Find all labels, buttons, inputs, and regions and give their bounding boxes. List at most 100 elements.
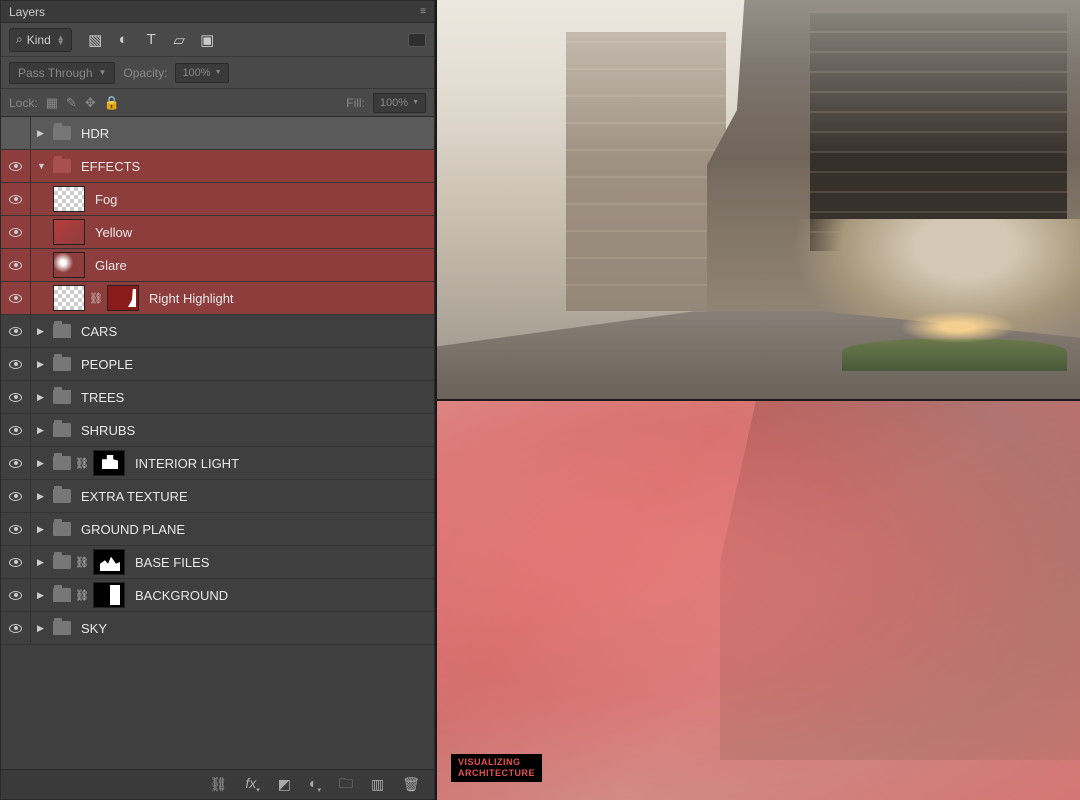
- layer-name[interactable]: INTERIOR LIGHT: [135, 456, 239, 471]
- visibility-toggle[interactable]: [1, 282, 31, 314]
- watermark-line1: VISUALIZING: [458, 757, 535, 768]
- new-group-icon[interactable]: 🗀: [339, 773, 353, 797]
- folder-icon: [53, 126, 71, 140]
- visibility-toggle[interactable]: [1, 381, 31, 413]
- layer-mask-thumbnail[interactable]: [93, 582, 125, 608]
- layer-row[interactable]: ⛓Right Highlight: [1, 282, 434, 315]
- layer-row[interactable]: ▶ CARS: [1, 315, 434, 348]
- link-layers-icon[interactable]: ⛓: [210, 776, 228, 793]
- visibility-toggle[interactable]: [1, 447, 31, 479]
- filter-toggle[interactable]: [408, 33, 426, 47]
- disclosure-triangle-icon[interactable]: ▶: [37, 425, 47, 436]
- layer-thumbnail[interactable]: [53, 285, 85, 311]
- layer-row[interactable]: ▶ ⛓ BASE FILES: [1, 546, 434, 579]
- filter-kind-dropdown[interactable]: ⌕ Kind ▲▼: [9, 28, 72, 52]
- disclosure-triangle-icon[interactable]: ▶: [37, 458, 47, 469]
- layer-row[interactable]: ▼ EFFECTS: [1, 150, 434, 183]
- folder-icon: [53, 324, 71, 338]
- lock-pixels-icon[interactable]: ✎: [66, 95, 77, 111]
- visibility-toggle[interactable]: [1, 249, 31, 281]
- add-mask-icon[interactable]: ◩: [278, 776, 291, 793]
- disclosure-triangle-icon[interactable]: ▶: [37, 524, 47, 535]
- layer-name[interactable]: EFFECTS: [81, 159, 140, 174]
- layer-row[interactable]: ▶ SHRUBS: [1, 414, 434, 447]
- disclosure-triangle-icon[interactable]: ▶: [37, 590, 47, 601]
- filter-pixel-icon[interactable]: ▧: [88, 32, 103, 47]
- visibility-toggle[interactable]: [1, 348, 31, 380]
- disclosure-triangle-icon[interactable]: ▶: [37, 392, 47, 403]
- visibility-toggle[interactable]: [1, 579, 31, 611]
- layer-row[interactable]: ▶ PEOPLE: [1, 348, 434, 381]
- layer-name[interactable]: SHRUBS: [81, 423, 135, 438]
- link-icon: ⛓: [77, 555, 87, 569]
- visibility-toggle[interactable]: [1, 480, 31, 512]
- filter-type-icon[interactable]: T: [144, 32, 159, 47]
- visibility-toggle[interactable]: [1, 315, 31, 347]
- layer-row[interactable]: ▶ GROUND PLANE: [1, 513, 434, 546]
- layer-name[interactable]: GROUND PLANE: [81, 522, 185, 537]
- add-fx-icon[interactable]: fx▾: [245, 775, 259, 794]
- visibility-toggle[interactable]: [1, 513, 31, 545]
- layer-content: Glare: [31, 249, 434, 281]
- visibility-toggle[interactable]: [1, 612, 31, 644]
- layer-row[interactable]: ▶ EXTRA TEXTURE: [1, 480, 434, 513]
- disclosure-triangle-icon[interactable]: ▼: [37, 161, 47, 171]
- fill-input[interactable]: 100% ▼: [373, 93, 426, 113]
- layer-mask-thumbnail[interactable]: [107, 285, 139, 311]
- eye-icon: [9, 261, 22, 270]
- layer-name[interactable]: PEOPLE: [81, 357, 133, 372]
- blend-mode-dropdown[interactable]: Pass Through ▼: [9, 62, 115, 84]
- layer-name[interactable]: BACKGROUND: [135, 588, 228, 603]
- layer-row[interactable]: Glare: [1, 249, 434, 282]
- layer-row[interactable]: ▶ SKY: [1, 612, 434, 645]
- layer-row[interactable]: ▶⛓BACKGROUND: [1, 579, 434, 612]
- layer-list[interactable]: ▶HDR▼EFFECTSFogYellowGlare⛓Right Highlig…: [1, 117, 434, 769]
- visibility-toggle[interactable]: [1, 150, 31, 182]
- folder-icon: [53, 555, 71, 569]
- layer-name[interactable]: Glare: [95, 258, 127, 273]
- add-adjustment-icon[interactable]: ◐▾: [309, 775, 321, 794]
- panel-menu-icon[interactable]: ≡: [420, 6, 426, 17]
- layer-mask-thumbnail[interactable]: [93, 450, 125, 476]
- filter-adjust-icon[interactable]: ◐: [116, 32, 131, 47]
- disclosure-triangle-icon[interactable]: ▶: [37, 326, 47, 337]
- layer-thumbnail[interactable]: [53, 186, 85, 212]
- delete-layer-icon[interactable]: 🗑: [402, 776, 420, 793]
- layer-row[interactable]: Fog: [1, 183, 434, 216]
- disclosure-triangle-icon[interactable]: ▶: [37, 359, 47, 370]
- lock-all-icon[interactable]: 🔒: [104, 95, 120, 111]
- visibility-toggle[interactable]: [1, 414, 31, 446]
- visibility-toggle[interactable]: [1, 183, 31, 215]
- disclosure-triangle-icon[interactable]: ▶: [37, 128, 47, 139]
- layer-mask-thumbnail[interactable]: [93, 549, 125, 575]
- visibility-toggle[interactable]: [1, 546, 31, 578]
- preview-area: VISUALIZING ARCHITECTURE: [435, 0, 1080, 800]
- layer-name[interactable]: Fog: [95, 192, 117, 207]
- disclosure-triangle-icon[interactable]: ▶: [37, 491, 47, 502]
- lock-position-icon[interactable]: ✥: [85, 95, 96, 111]
- layer-row[interactable]: ▶⛓INTERIOR LIGHT: [1, 447, 434, 480]
- layer-name[interactable]: Yellow: [95, 225, 132, 240]
- layer-name[interactable]: BASE FILES: [135, 555, 209, 570]
- layer-thumbnail[interactable]: [53, 252, 85, 278]
- layer-row[interactable]: ▶ HDR: [1, 117, 434, 150]
- visibility-toggle[interactable]: [1, 216, 31, 248]
- layer-thumbnail[interactable]: [53, 219, 85, 245]
- layer-name[interactable]: EXTRA TEXTURE: [81, 489, 188, 504]
- watermark-line2: ARCHITECTURE: [458, 768, 535, 779]
- layer-name[interactable]: Right Highlight: [149, 291, 234, 306]
- layer-name[interactable]: SKY: [81, 621, 107, 636]
- new-layer-icon[interactable]: ▥: [371, 776, 384, 793]
- layer-row[interactable]: ▶ TREES: [1, 381, 434, 414]
- disclosure-triangle-icon[interactable]: ▶: [37, 623, 47, 634]
- filter-shape-icon[interactable]: ▱: [172, 32, 187, 47]
- layer-name[interactable]: HDR: [81, 126, 109, 141]
- disclosure-triangle-icon[interactable]: ▶: [37, 557, 47, 568]
- lock-transparent-icon[interactable]: ▦: [46, 95, 58, 111]
- layer-name[interactable]: CARS: [81, 324, 117, 339]
- opacity-input[interactable]: 100% ▼: [175, 63, 228, 83]
- layer-name[interactable]: TREES: [81, 390, 124, 405]
- filter-smart-icon[interactable]: ▣: [200, 32, 215, 47]
- visibility-toggle[interactable]: [1, 117, 31, 149]
- layer-row[interactable]: Yellow: [1, 216, 434, 249]
